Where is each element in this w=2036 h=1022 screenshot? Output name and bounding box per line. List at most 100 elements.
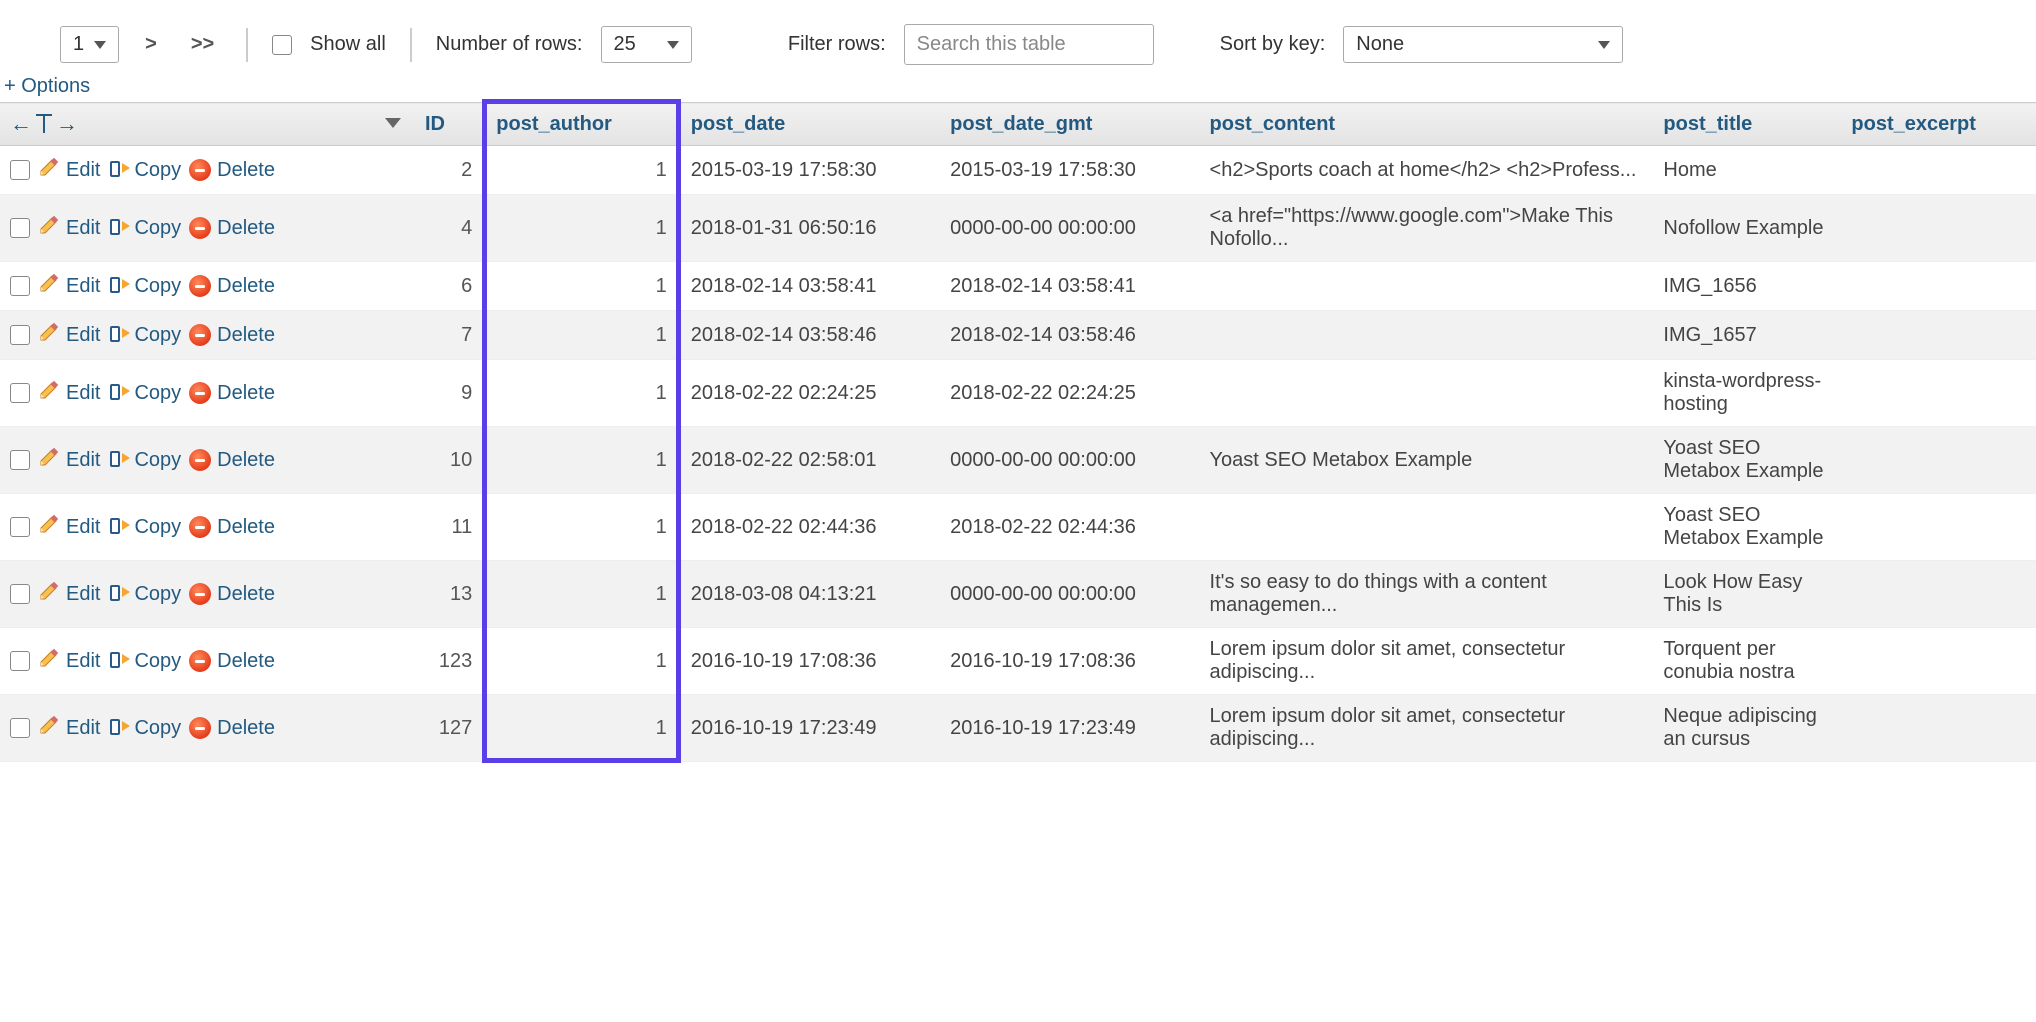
cell-post-excerpt (1841, 360, 2036, 427)
delete-icon (189, 382, 211, 404)
col-post-author[interactable]: post_author (486, 103, 681, 146)
row-actions: Edit Copy Delete (10, 446, 405, 474)
actions-cell: Edit Copy Delete (0, 561, 415, 628)
cell-post-excerpt (1841, 628, 2036, 695)
cell-post-author: 1 (486, 427, 681, 494)
edit-link[interactable]: Edit (38, 156, 100, 184)
delete-link[interactable]: Delete (189, 583, 275, 606)
row-checkbox[interactable] (10, 325, 30, 345)
options-link[interactable]: + Options (0, 75, 2036, 102)
filter-input[interactable] (904, 24, 1154, 65)
copy-link[interactable]: Copy (108, 324, 181, 347)
col-id[interactable]: ID (415, 103, 486, 146)
pencil-icon (38, 714, 60, 742)
copy-link[interactable]: Copy (108, 159, 181, 182)
sort-select[interactable]: None (1343, 26, 1623, 63)
actions-cell: Edit Copy Delete (0, 360, 415, 427)
actions-cell: Edit Copy Delete (0, 311, 415, 360)
cell-post-excerpt (1841, 561, 2036, 628)
cell-post-title: Yoast SEO Metabox Example (1653, 494, 1841, 561)
cell-id: 127 (415, 695, 486, 762)
col-post-date-gmt[interactable]: post_date_gmt (940, 103, 1199, 146)
cell-post-date: 2018-02-14 03:58:46 (681, 311, 940, 360)
delete-link[interactable]: Delete (189, 650, 275, 673)
row-checkbox[interactable] (10, 383, 30, 403)
last-page-button[interactable]: >> (183, 33, 222, 56)
separator (410, 28, 412, 62)
delete-link[interactable]: Delete (189, 275, 275, 298)
page-select[interactable]: 1 (60, 26, 119, 63)
edit-link[interactable]: Edit (38, 272, 100, 300)
copy-link[interactable]: Copy (108, 217, 181, 240)
delete-link[interactable]: Delete (189, 717, 275, 740)
cell-post-date: 2018-03-08 04:13:21 (681, 561, 940, 628)
copy-link[interactable]: Copy (108, 382, 181, 405)
copy-link[interactable]: Copy (108, 717, 181, 740)
col-post-date[interactable]: post_date (681, 103, 940, 146)
rows-select[interactable]: 25 (601, 26, 692, 63)
copy-link[interactable]: Copy (108, 516, 181, 539)
edit-link[interactable]: Edit (38, 513, 100, 541)
dropdown-icon[interactable] (385, 118, 401, 128)
cell-post-date: 2018-01-31 06:50:16 (681, 195, 940, 262)
edit-link[interactable]: Edit (38, 379, 100, 407)
row-actions: Edit Copy Delete (10, 647, 405, 675)
next-page-button[interactable]: > (137, 33, 165, 56)
actions-cell: Edit Copy Delete (0, 146, 415, 195)
show-all-label: Show all (310, 33, 386, 56)
cell-post-title: IMG_1656 (1653, 262, 1841, 311)
row-checkbox[interactable] (10, 718, 30, 738)
delete-link[interactable]: Delete (189, 217, 275, 240)
delete-link[interactable]: Delete (189, 324, 275, 347)
edit-link[interactable]: Edit (38, 714, 100, 742)
copy-icon (108, 583, 128, 605)
cell-post-content: <h2>Sports coach at home</h2> <h2>Profes… (1200, 146, 1654, 195)
delete-link[interactable]: Delete (189, 159, 275, 182)
cell-post-date-gmt: 2018-02-22 02:44:36 (940, 494, 1199, 561)
row-checkbox[interactable] (10, 218, 30, 238)
edit-link[interactable]: Edit (38, 446, 100, 474)
table-toolbar: 1 > >> Show all Number of rows: 25 Filte… (0, 0, 2036, 75)
copy-link[interactable]: Copy (108, 650, 181, 673)
cell-post-content (1200, 262, 1654, 311)
copy-icon (108, 275, 128, 297)
cell-post-author: 1 (486, 494, 681, 561)
data-table: ← → ID post_author post_date post_date_g… (0, 102, 2036, 762)
delete-icon (189, 650, 211, 672)
edit-link[interactable]: Edit (38, 321, 100, 349)
cell-post-date: 2018-02-22 02:44:36 (681, 494, 940, 561)
delete-link[interactable]: Delete (189, 382, 275, 405)
row-checkbox[interactable] (10, 276, 30, 296)
column-reorder-icon[interactable]: ← → (10, 111, 78, 137)
row-checkbox[interactable] (10, 517, 30, 537)
col-post-title[interactable]: post_title (1653, 103, 1841, 146)
cell-post-author: 1 (486, 695, 681, 762)
cell-post-content: Lorem ipsum dolor sit amet, consectetur … (1200, 695, 1654, 762)
col-post-excerpt[interactable]: post_excerpt (1841, 103, 2036, 146)
row-checkbox[interactable] (10, 450, 30, 470)
delete-link[interactable]: Delete (189, 449, 275, 472)
edit-link[interactable]: Edit (38, 647, 100, 675)
cell-post-content (1200, 360, 1654, 427)
separator (246, 28, 248, 62)
row-checkbox[interactable] (10, 584, 30, 604)
copy-link[interactable]: Copy (108, 449, 181, 472)
actions-cell: Edit Copy Delete (0, 494, 415, 561)
col-post-content[interactable]: post_content (1200, 103, 1654, 146)
cell-post-date: 2016-10-19 17:08:36 (681, 628, 940, 695)
cell-post-author: 1 (486, 360, 681, 427)
pencil-icon (38, 379, 60, 407)
row-checkbox[interactable] (10, 160, 30, 180)
table-row: EditCopyDelete12312016-10-19 17:08:36201… (0, 628, 2036, 695)
edit-link[interactable]: Edit (38, 214, 100, 242)
delete-link[interactable]: Delete (189, 516, 275, 539)
row-checkbox[interactable] (10, 651, 30, 671)
cell-post-excerpt (1841, 195, 2036, 262)
show-all-checkbox[interactable] (272, 35, 292, 55)
copy-link[interactable]: Copy (108, 275, 181, 298)
copy-link[interactable]: Copy (108, 583, 181, 606)
cell-id: 2 (415, 146, 486, 195)
delete-icon (189, 583, 211, 605)
cell-id: 7 (415, 311, 486, 360)
edit-link[interactable]: Edit (38, 580, 100, 608)
